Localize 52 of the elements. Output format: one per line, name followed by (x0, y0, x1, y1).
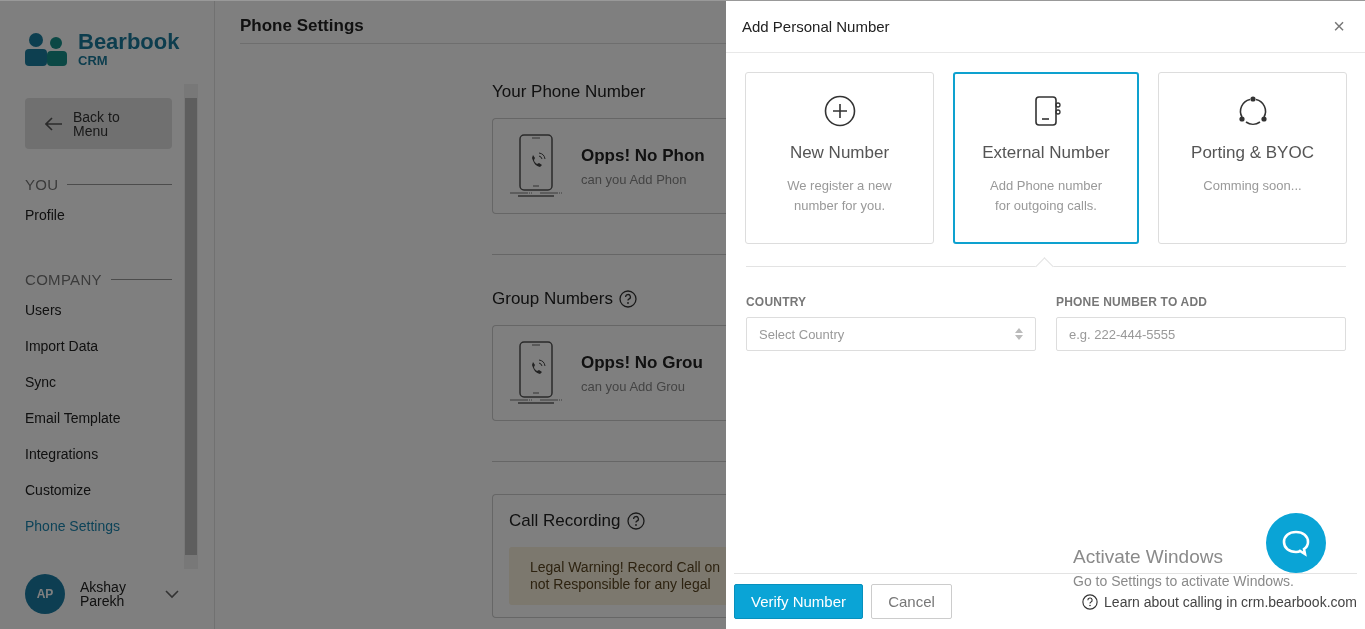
empty-state-text: can you Add Grou (581, 378, 687, 394)
phone-drawing (510, 133, 564, 199)
user-name: Akshay Parekh (80, 580, 127, 608)
cancel-button[interactable]: Cancel (871, 584, 952, 619)
field-label: COUNTRY (746, 295, 808, 309)
option-card[interactable]: New Number We register a new number for you. (745, 72, 934, 244)
empty-state-title: Opps! No Phon (581, 145, 705, 166)
country-select[interactable]: Select Country (746, 317, 1036, 351)
option-card[interactable]: Porting & BYOC Comming soon... (1158, 72, 1347, 244)
option-description: Comming soon... (1203, 177, 1302, 195)
empty-state-title: Opps! No Grou (581, 352, 703, 373)
sidebar-item[interactable]: Users (25, 302, 172, 319)
avatar: AP (25, 574, 65, 614)
option-description: We register a new number for you. (787, 177, 892, 215)
sort-arrows-icon (1015, 328, 1023, 340)
chat-icon (1266, 513, 1326, 573)
option-description: Add Phone number for outgoing calls. (990, 177, 1102, 215)
section-title: Your Phone Number (492, 82, 646, 102)
arrow-left-icon (45, 116, 63, 131)
sidebar-item[interactable]: Customize (25, 482, 172, 499)
chevron-down-icon (165, 589, 179, 599)
field-label: PHONE NUMBER TO ADD (1056, 295, 1209, 309)
logo-name: Bearbook (78, 31, 180, 53)
section-title: Group Numbers (492, 289, 613, 309)
section-heading: YOU (25, 176, 59, 193)
logo-subtitle: CRM (78, 54, 109, 67)
logo-icon (25, 32, 69, 66)
scrollbar[interactable] (184, 84, 198, 569)
empty-state-text: can you Add Phon (581, 171, 688, 187)
sidebar-item[interactable]: Email Template (25, 410, 172, 427)
sidebar-item[interactable]: Sync (25, 374, 172, 391)
phone-drawing (510, 340, 564, 406)
activation-notice-title: Activate Windows (1073, 546, 1224, 568)
activation-notice-text: Go to Settings to activate Windows. (1073, 573, 1294, 589)
back-to-menu-button[interactable]: Back to Menu (25, 98, 172, 149)
cycle-icon (1236, 95, 1269, 127)
option-title: Porting & BYOC (1191, 143, 1314, 163)
panel-title: Add Personal Number (742, 18, 890, 35)
phone-number-field[interactable]: e.g. 222-444-5555 (1056, 317, 1346, 351)
sidebar-item[interactable]: Integrations (25, 446, 172, 463)
option-title: External Number (982, 143, 1110, 163)
sidebar-item[interactable]: Profile (25, 207, 172, 224)
section-heading: COMPANY (25, 271, 102, 288)
section-title: Call Recording (509, 511, 621, 531)
plus-circle-icon (823, 95, 856, 127)
help-icon (1082, 593, 1099, 610)
option-title: New Number (789, 143, 890, 163)
close-button[interactable]: × (1329, 15, 1349, 38)
option-card[interactable]: External Number Add Phone number for outgoing calls. (953, 72, 1139, 244)
verify-number-button[interactable]: Verify Number (734, 584, 863, 619)
sidebar-item[interactable]: Import Data (25, 338, 172, 355)
sidebar-item[interactable]: Phone Settings (25, 518, 172, 535)
